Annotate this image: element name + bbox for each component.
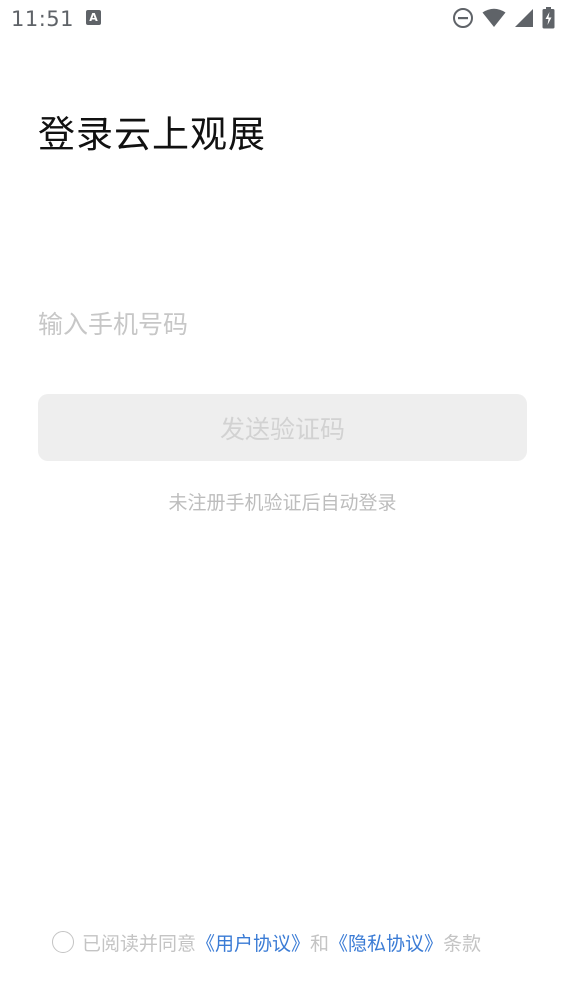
auto-register-hint: 未注册手机验证后自动登录 — [168, 492, 397, 514]
status-bar: 11:51 A — [0, 0, 565, 38]
battery-icon — [542, 7, 555, 29]
agree-checkbox[interactable] — [52, 931, 74, 953]
login-screen: 11:51 A 登录云上观展 输入手机号码 发送验证码 未注册手机验证后自动登录… — [0, 0, 565, 1004]
agreement-row: 已阅读并同意 《用户协议》 和 《隐私协议》 条款 — [52, 928, 481, 956]
agreement-prefix: 已阅读并同意 — [82, 932, 197, 955]
phone-number-input[interactable] — [38, 302, 526, 346]
wifi-icon — [482, 8, 506, 28]
status-time: 11:51 — [11, 7, 75, 31]
dnd-icon — [452, 7, 474, 29]
user-agreement-link[interactable]: 《用户协议》 — [196, 929, 310, 956]
signal-icon — [514, 8, 534, 28]
notification-app-icon-letter: A — [89, 11, 98, 24]
notification-app-icon: A — [86, 10, 101, 25]
page-title: 登录云上观展 — [38, 113, 266, 156]
privacy-policy-link[interactable]: 《隐私协议》 — [329, 929, 443, 956]
status-icons — [452, 7, 555, 29]
agreement-joiner: 和 — [310, 932, 330, 955]
agreement-suffix: 条款 — [443, 932, 482, 955]
send-code-button[interactable]: 发送验证码 — [38, 394, 527, 461]
